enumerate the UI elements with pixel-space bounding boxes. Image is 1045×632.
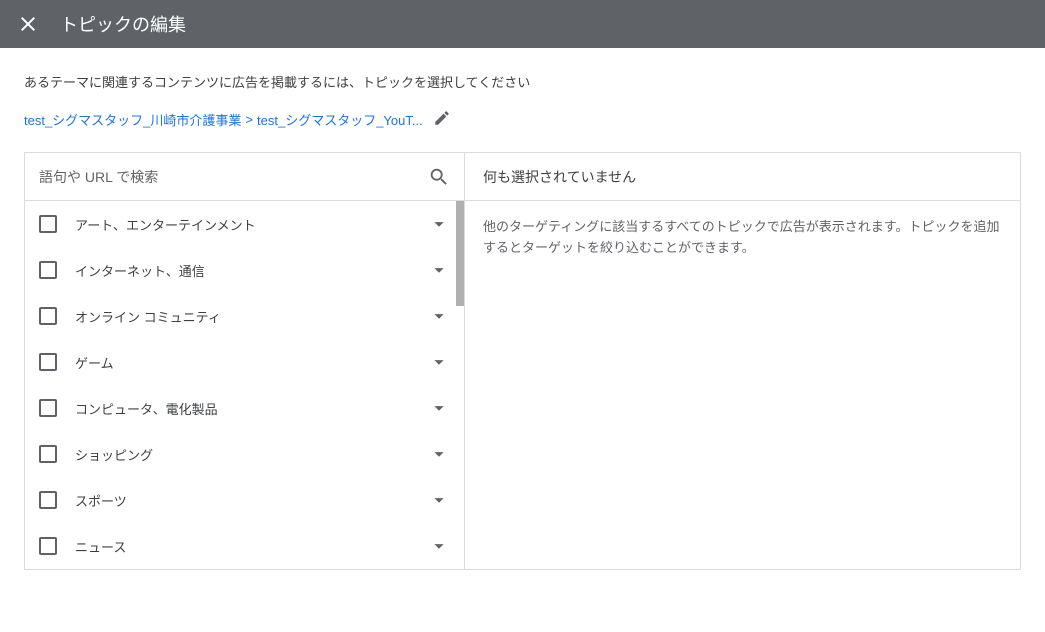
topic-checkbox[interactable] xyxy=(39,445,57,463)
chevron-down-icon[interactable] xyxy=(428,305,450,327)
topic-checkbox[interactable] xyxy=(39,353,57,371)
topic-label: スポーツ xyxy=(75,491,428,510)
topic-item: コンピュータ、電化製品 xyxy=(25,385,464,431)
search-input[interactable] xyxy=(39,169,428,185)
topic-item: アート、エンターテインメント xyxy=(25,201,464,247)
panels: アート、エンターテインメント インターネット、通信 オンライン コミュニティ ゲ… xyxy=(24,152,1021,570)
intro-text: あるテーマに関連するコンテンツに広告を掲載するには、トピックを選択してください xyxy=(24,72,1021,91)
page-title: トピックの編集 xyxy=(60,11,186,37)
topic-item: インターネット、通信 xyxy=(25,247,464,293)
topic-label: ゲーム xyxy=(75,353,428,372)
topic-checkbox[interactable] xyxy=(39,307,57,325)
topic-checkbox[interactable] xyxy=(39,399,57,417)
topic-item: ゲーム xyxy=(25,339,464,385)
chevron-down-icon[interactable] xyxy=(428,213,450,235)
topic-checkbox[interactable] xyxy=(39,261,57,279)
edit-breadcrumb-button[interactable] xyxy=(433,109,451,130)
topic-label: アート、エンターテインメント xyxy=(75,215,428,234)
topic-label: オンライン コミュニティ xyxy=(75,307,428,326)
topic-checkbox[interactable] xyxy=(39,215,57,233)
topic-item: オンライン コミュニティ xyxy=(25,293,464,339)
chevron-down-icon[interactable] xyxy=(428,351,450,373)
topic-label: ショッピング xyxy=(75,445,428,464)
topics-panel: アート、エンターテインメント インターネット、通信 オンライン コミュニティ ゲ… xyxy=(25,153,465,569)
breadcrumb-link-adgroup[interactable]: test_シグマスタッフ_YouT... xyxy=(257,110,423,129)
content-area: あるテーマに関連するコンテンツに広告を掲載するには、トピックを選択してください … xyxy=(0,48,1045,570)
chevron-down-icon[interactable] xyxy=(428,489,450,511)
selection-empty-text: 他のターゲティングに該当するすべてのトピックで広告が表示されます。トピックを追加… xyxy=(465,201,1020,275)
breadcrumb-link-campaign[interactable]: test_シグマスタッフ_川崎市介護事業 xyxy=(24,110,241,129)
topic-label: インターネット、通信 xyxy=(75,261,428,280)
modal-header: トピックの編集 xyxy=(0,0,1045,48)
selection-header: 何も選択されていません xyxy=(465,153,1020,201)
chevron-down-icon[interactable] xyxy=(428,535,450,557)
pencil-icon xyxy=(433,109,451,127)
close-icon xyxy=(21,17,35,31)
chevron-down-icon[interactable] xyxy=(428,259,450,281)
close-button[interactable] xyxy=(16,12,40,36)
topic-item: ショッピング xyxy=(25,431,464,477)
breadcrumb-separator: > xyxy=(241,112,257,127)
scrollbar-thumb[interactable] xyxy=(456,201,464,306)
chevron-down-icon[interactable] xyxy=(428,397,450,419)
selection-panel: 何も選択されていません 他のターゲティングに該当するすべてのトピックで広告が表示… xyxy=(465,153,1020,569)
topic-list: アート、エンターテインメント インターネット、通信 オンライン コミュニティ ゲ… xyxy=(25,201,464,569)
topic-item: スポーツ xyxy=(25,477,464,523)
chevron-down-icon[interactable] xyxy=(428,443,450,465)
topic-label: ニュース xyxy=(75,537,428,556)
topic-checkbox[interactable] xyxy=(39,491,57,509)
breadcrumb: test_シグマスタッフ_川崎市介護事業 > test_シグマスタッフ_YouT… xyxy=(24,109,1021,130)
search-icon[interactable] xyxy=(428,166,450,188)
topic-label: コンピュータ、電化製品 xyxy=(75,399,428,418)
topic-item: ニュース xyxy=(25,523,464,569)
topic-checkbox[interactable] xyxy=(39,537,57,555)
search-row xyxy=(25,153,464,201)
